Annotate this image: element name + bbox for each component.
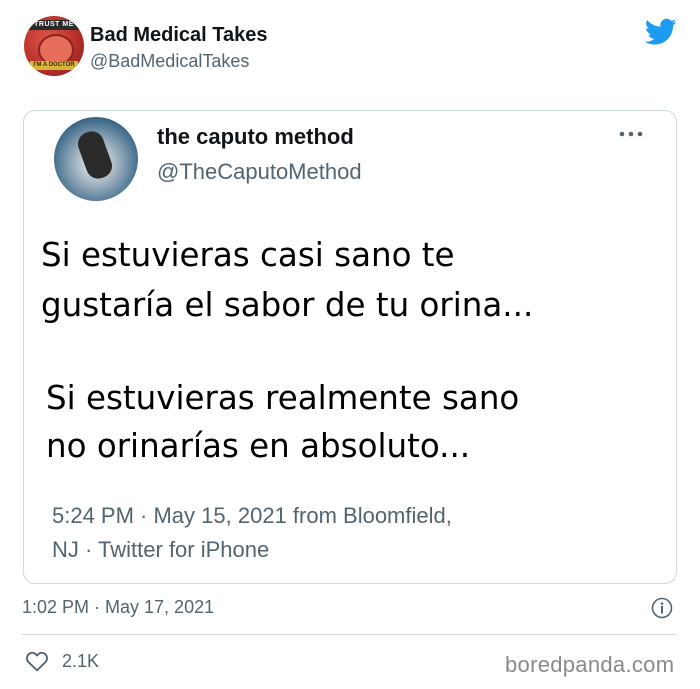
avatar-figure [74,128,116,182]
info-icon[interactable] [651,597,673,619]
quoted-timestamp-location[interactable]: 5:24 PM · May 15, 2021 from Bloomfield, [52,503,452,529]
quoted-author-handle[interactable]: @TheCaputoMethod [157,159,362,185]
watermark: boredpanda.com [505,652,675,677]
quoted-text-line-2: gustaría el sabor de tu orina... [41,286,534,324]
author-handle[interactable]: @BadMedicalTakes [90,51,249,72]
quoted-tweet-card[interactable]: the caputo method @TheCaputoMethod Si es… [23,110,677,584]
like-count[interactable]: 2.1K [62,651,99,672]
quoted-text-line-1: Si estuvieras casi sano te [41,236,455,274]
heart-icon[interactable] [25,650,49,672]
quoted-text-line-3: Si estuvieras realmente sano [46,379,520,417]
avatar-caption-bottom: I'M A DOCTOR [30,61,78,70]
quoted-author-name[interactable]: the caputo method [157,124,354,150]
author-name[interactable]: Bad Medical Takes [90,24,267,47]
divider [22,634,677,635]
quoted-source[interactable]: NJ · Twitter for iPhone [52,537,269,563]
author-avatar[interactable]: TRUST ME I'M A DOCTOR [24,16,84,76]
twitter-bird-icon[interactable] [645,18,677,46]
more-options-icon[interactable] [618,129,644,139]
quoted-author-avatar[interactable] [54,117,138,201]
quoted-text-line-4: no orinarías en absoluto... [46,427,471,465]
tweet-timestamp[interactable]: 1:02 PM · May 17, 2021 [22,597,214,618]
avatar-caption-top: TRUST ME [24,20,84,30]
